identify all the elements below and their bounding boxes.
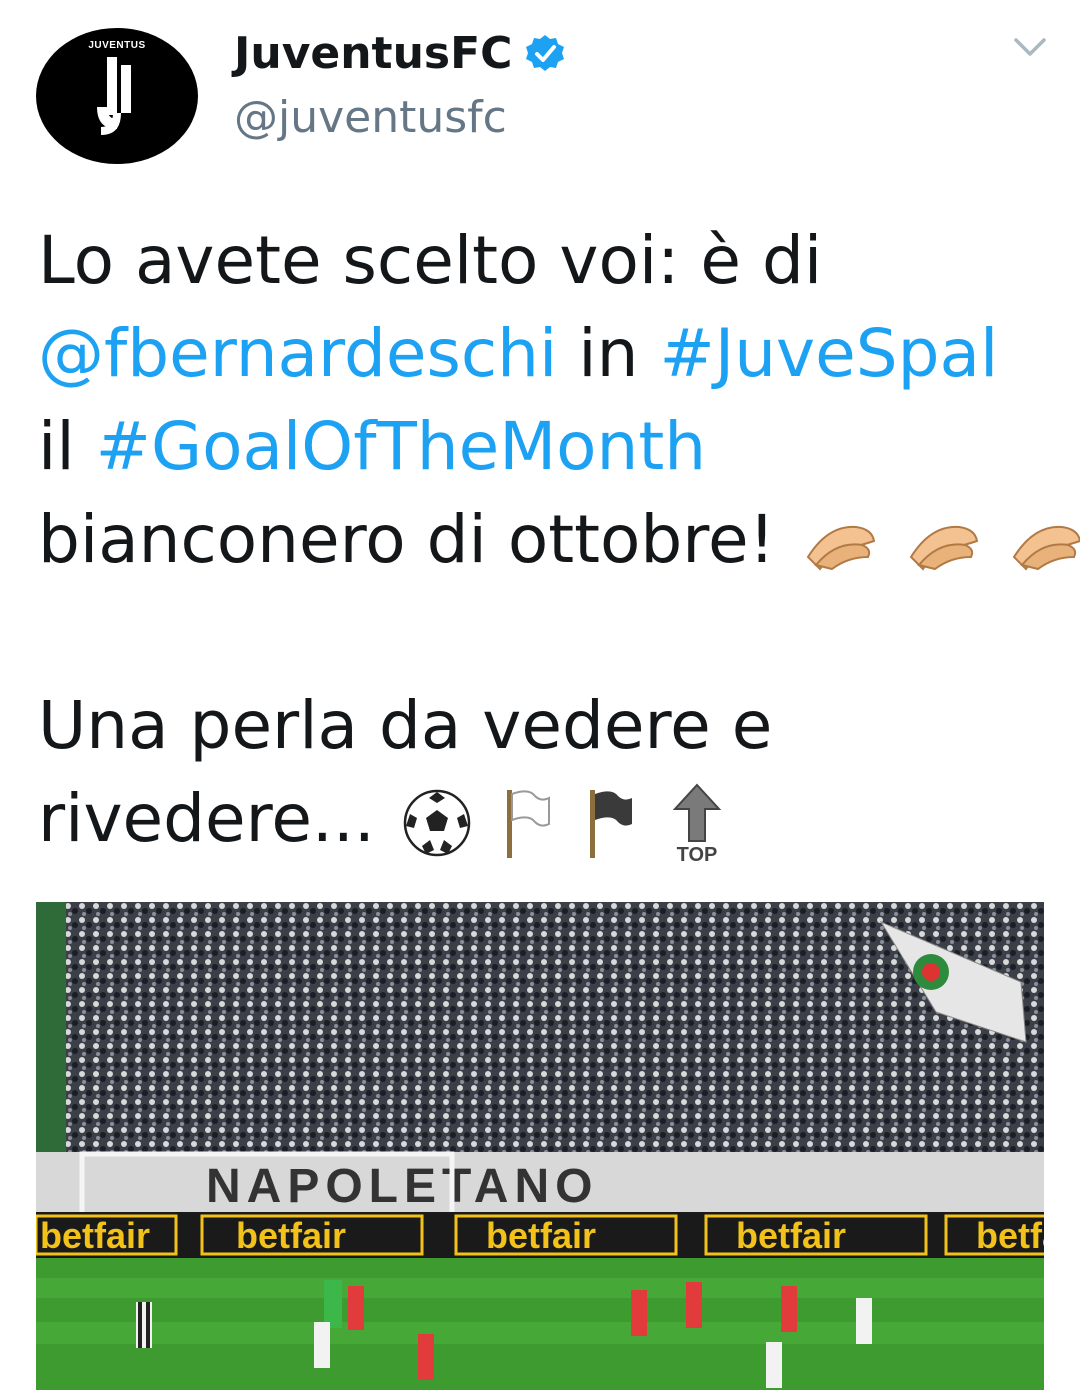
tweet-line-2: @fbernardeschi in #JuveSpal bbox=[38, 307, 1048, 400]
account-handle[interactable]: @juventusfc bbox=[234, 92, 507, 144]
black-flag-icon bbox=[589, 789, 632, 858]
tweet-line-4-text: bianconero di ottobre! bbox=[38, 501, 776, 578]
tweet-line-6-text: rivedere... bbox=[38, 780, 375, 857]
tweet-text: Lo avete scelto voi: è di @fbernardeschi… bbox=[38, 214, 1080, 865]
clapping-hands-icon bbox=[806, 525, 876, 571]
clapping-hands-icon bbox=[909, 525, 979, 571]
tweet-media-video[interactable]: NAPOLETANO betfair betfair betfair betfa… bbox=[36, 902, 1044, 1390]
sponsor-board-text: betfair bbox=[236, 1215, 346, 1256]
sponsor-board-text: betfair bbox=[976, 1215, 1044, 1256]
avatar-brand-text: JUVENTUS bbox=[88, 40, 146, 51]
stadium-banner-text: NAPOLETANO bbox=[206, 1160, 598, 1213]
soccer-ball-icon bbox=[403, 789, 471, 857]
il-word: il bbox=[38, 408, 96, 485]
in-word: in bbox=[557, 315, 660, 392]
sponsor-board-text: betfair bbox=[40, 1215, 150, 1256]
mention-link[interactable]: @fbernardeschi bbox=[38, 315, 557, 392]
tweet-line-6: rivedere... TOP bbox=[38, 772, 1048, 865]
tweet-line-5: Una perla da vedere e bbox=[38, 687, 773, 764]
verified-badge-icon bbox=[526, 35, 565, 71]
stadium-video-frame: NAPOLETANO betfair betfair betfair betfa… bbox=[36, 902, 1044, 1390]
white-flag-icon bbox=[506, 789, 550, 858]
tweet-line-1: Lo avete scelto voi: è di bbox=[38, 222, 823, 299]
top-arrow-icon: TOP bbox=[672, 783, 722, 865]
hashtag-goalofthemonth-link[interactable]: #GoalOfTheMonth bbox=[96, 408, 706, 485]
account-name-text: JuventusFC bbox=[234, 28, 513, 79]
avatar[interactable]: JUVENTUS bbox=[36, 28, 198, 164]
tweet-line-4: bianconero di ottobre! bbox=[38, 493, 1080, 586]
clapping-hands-icon bbox=[1012, 525, 1080, 571]
hashtag-juvespal-link[interactable]: #JuveSpal bbox=[659, 315, 998, 392]
chevron-down-icon[interactable] bbox=[1012, 32, 1048, 62]
sponsor-board-text: betfair bbox=[736, 1215, 846, 1256]
sponsor-board-text: betfair bbox=[486, 1215, 596, 1256]
top-label: TOP bbox=[676, 844, 717, 865]
tweet-line-3: il #GoalOfTheMonth bbox=[38, 400, 1048, 493]
juventus-logo-icon bbox=[97, 57, 131, 135]
account-name[interactable]: JuventusFC bbox=[234, 28, 566, 80]
